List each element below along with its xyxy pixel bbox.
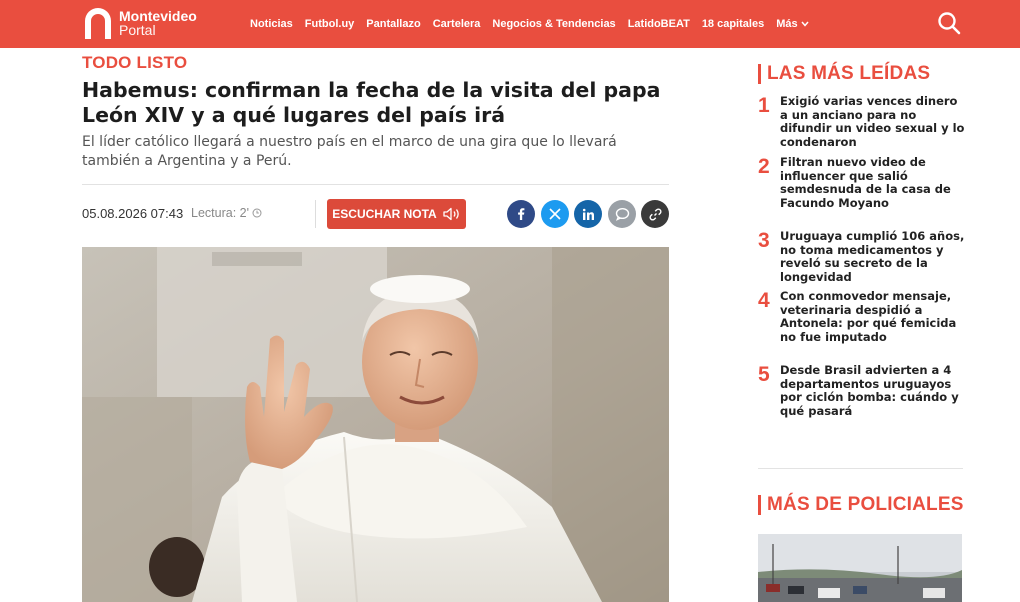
nav-item-futbol[interactable]: Futbol.uy xyxy=(305,18,355,30)
top-navigation-bar: Montevideo Portal Noticias Futbol.uy Pan… xyxy=(0,0,1020,48)
chevron-down-icon xyxy=(801,21,809,27)
site-logo[interactable]: Montevideo Portal xyxy=(82,6,197,40)
logo-text-line1: Montevideo xyxy=(119,8,197,24)
nav-item-cartelera[interactable]: Cartelera xyxy=(433,18,481,30)
most-read-link[interactable]: Desde Brasil advierten a 4 departamentos… xyxy=(780,363,966,418)
logo-text-line2: Portal xyxy=(119,22,156,38)
search-button[interactable] xyxy=(936,10,962,36)
article-main-photo xyxy=(82,247,669,602)
linkedin-icon xyxy=(582,208,594,220)
reading-time: Lectura: 2' xyxy=(191,206,262,220)
nav-item-latidobeat[interactable]: LatidoBEAT xyxy=(628,18,690,30)
share-linkedin-button[interactable] xyxy=(574,200,602,228)
more-section-title: MÁS DE POLICIALES xyxy=(758,494,964,516)
listen-article-button[interactable]: ESCUCHAR NOTA xyxy=(327,199,466,229)
most-read-link[interactable]: Uruguaya cumplió 106 años, no toma medic… xyxy=(780,229,966,284)
logo-mark-icon xyxy=(85,8,111,39)
x-icon xyxy=(549,208,561,220)
most-read-item[interactable]: 5 Desde Brasil advierten a 4 departament… xyxy=(758,363,968,418)
listen-article-label: ESCUCHAR NOTA xyxy=(332,207,437,221)
clock-icon xyxy=(252,208,262,218)
most-read-item[interactable]: 3 Uruguaya cumplió 106 años, no toma med… xyxy=(758,229,968,284)
link-icon xyxy=(648,207,662,221)
most-read-rank: 2 xyxy=(758,155,770,178)
nav-item-pantallazo[interactable]: Pantallazo xyxy=(366,18,420,30)
article-subheadline: El líder católico llegará a nuestro país… xyxy=(82,134,617,169)
comment-icon xyxy=(615,207,629,221)
reading-time-label: Lectura: 2' xyxy=(191,206,249,220)
nav-more-menu[interactable]: Más xyxy=(776,18,809,30)
most-read-link[interactable]: Filtran nuevo video de influencer que sa… xyxy=(780,155,966,210)
related-article-photo[interactable] xyxy=(758,534,962,602)
most-read-item[interactable]: 1 Exigió varias vences dinero a un ancia… xyxy=(758,94,968,149)
most-read-item[interactable]: 4 Con conmovedor mensaje, veterinaria de… xyxy=(758,289,968,344)
most-read-link[interactable]: Con conmovedor mensaje, veterinaria desp… xyxy=(780,289,966,344)
copy-link-button[interactable] xyxy=(641,200,669,228)
most-read-rank: 1 xyxy=(758,94,770,117)
article-kicker: TODO LISTO xyxy=(82,53,188,72)
speaker-icon xyxy=(443,207,459,221)
share-x-button[interactable] xyxy=(541,200,569,228)
most-read-item[interactable]: 2 Filtran nuevo video de influencer que … xyxy=(758,155,968,210)
article-headline: Habemus: confirman la fecha de la visita… xyxy=(82,78,661,127)
nav-more-label: Más xyxy=(776,18,798,30)
sidebar-divider xyxy=(758,468,963,469)
main-nav: Noticias Futbol.uy Pantallazo Cartelera … xyxy=(250,0,821,48)
comments-button[interactable] xyxy=(608,200,636,228)
most-read-rank: 5 xyxy=(758,363,770,386)
most-read-rank: 4 xyxy=(758,289,770,312)
most-read-title: LAS MÁS LEÍDAS xyxy=(758,63,930,85)
nav-item-18-capitales[interactable]: 18 capitales xyxy=(702,18,764,30)
meta-divider xyxy=(315,200,316,228)
most-read-rank: 3 xyxy=(758,229,770,252)
article-date: 05.08.2026 07:43 xyxy=(82,206,184,221)
divider xyxy=(82,184,669,185)
nav-item-noticias[interactable]: Noticias xyxy=(250,18,293,30)
search-icon xyxy=(938,12,961,35)
share-facebook-button[interactable] xyxy=(507,200,535,228)
most-read-link[interactable]: Exigió varias vences dinero a un anciano… xyxy=(780,94,966,149)
nav-item-negocios[interactable]: Negocios & Tendencias xyxy=(492,18,615,30)
facebook-icon xyxy=(518,208,525,220)
